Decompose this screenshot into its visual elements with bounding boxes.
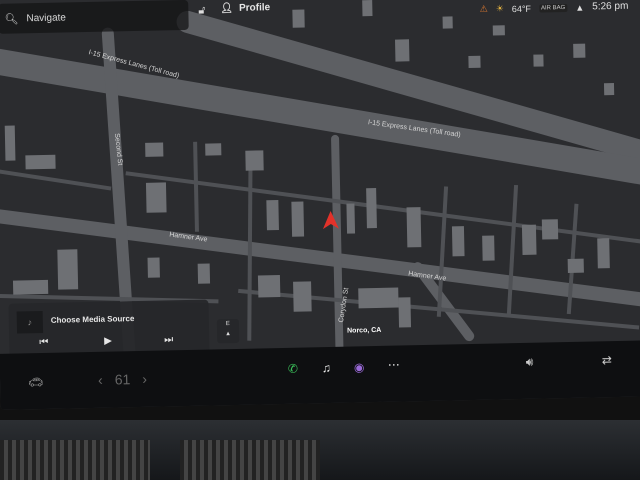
person-icon: 👤︎ <box>220 2 234 15</box>
compass-button[interactable]: E ▲ <box>216 318 240 344</box>
search-label: Navigate <box>26 11 67 24</box>
map-label-place: Norco, CA <box>347 327 381 335</box>
seatbelt-warning-icon: ⚠ <box>479 3 488 14</box>
phone-icon[interactable]: ✆ <box>288 362 298 376</box>
swap-icon[interactable]: ⇄ <box>602 353 612 367</box>
air-vent-right <box>180 440 320 480</box>
climate-control[interactable]: ‹ 61 › <box>98 371 147 388</box>
navigate-search[interactable]: 🔍︎ Navigate <box>0 0 189 34</box>
lte-icon: ▲ <box>575 2 585 13</box>
clock: 5:26 pm <box>592 0 629 13</box>
next-track-button[interactable]: ⏭ <box>164 334 173 345</box>
profile-label: Profile <box>238 2 271 14</box>
compass-heading: E <box>225 321 230 328</box>
touchscreen: I-15 Express Lanes (Toll road) I-15 Expr… <box>0 0 640 410</box>
search-icon: 🔍︎ <box>4 12 19 26</box>
camera-icon[interactable]: ◉ <box>354 360 365 374</box>
weather-icon: ☀ <box>495 3 504 14</box>
music-icon[interactable]: ♫ <box>322 361 331 375</box>
more-apps-icon[interactable]: ⋯ <box>388 358 400 372</box>
temp-down-icon[interactable]: ‹ <box>98 372 103 388</box>
car-icon[interactable]: 🚗︎ <box>28 375 44 389</box>
temperature: 64°F <box>511 3 532 14</box>
media-source-label[interactable]: Choose Media Source <box>51 314 135 325</box>
lock-icon[interactable]: 🔓︎ <box>198 5 205 18</box>
music-note-icon: ♪ <box>16 311 44 334</box>
play-button[interactable]: ▶ <box>104 336 112 347</box>
temperature-value: 61 <box>114 371 131 388</box>
airbag-indicator: AIR BAG <box>538 3 568 13</box>
volume-icon[interactable]: 🔊︎ <box>526 355 534 370</box>
profile-button[interactable]: 👤︎ Profile <box>220 2 270 14</box>
temp-up-icon[interactable]: › <box>142 371 147 387</box>
air-vent-left <box>0 440 150 480</box>
previous-track-button[interactable]: ⏮ <box>39 337 48 348</box>
